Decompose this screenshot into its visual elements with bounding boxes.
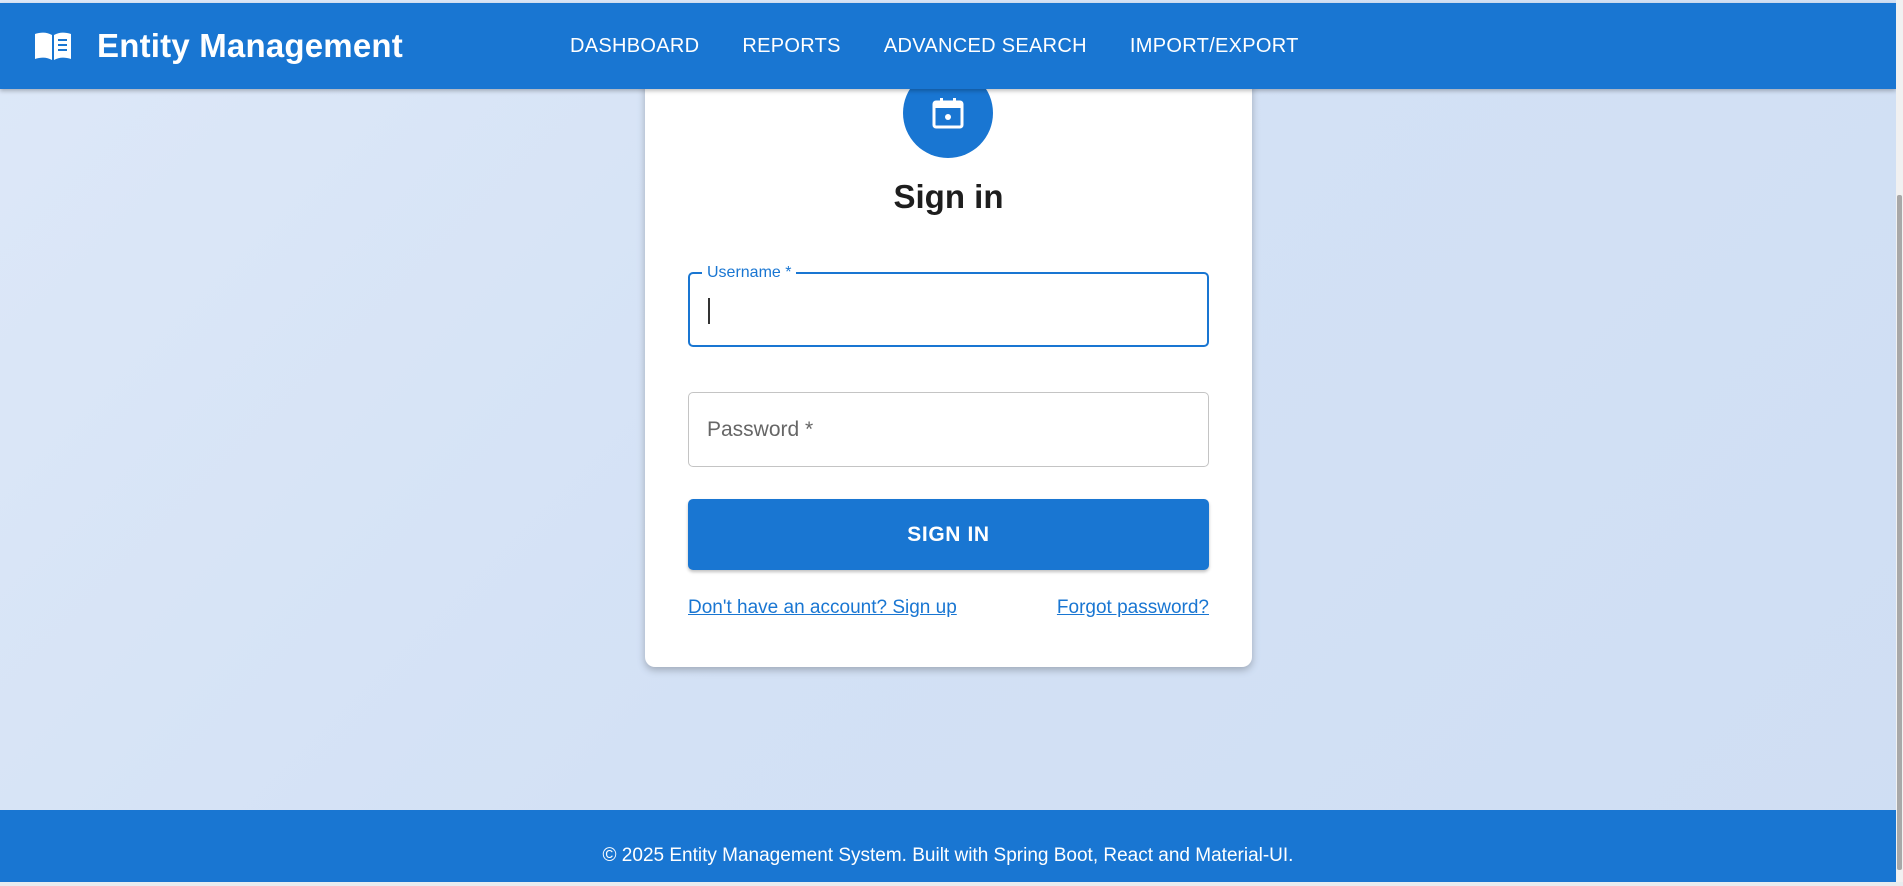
footer-text: © 2025 Entity Management System. Built w…: [602, 845, 1294, 866]
forgot-password-link[interactable]: Forgot password?: [1057, 597, 1209, 619]
username-field[interactable]: Username *: [688, 264, 1209, 347]
scrollbar-thumb[interactable]: [1897, 195, 1902, 870]
password-field[interactable]: Password *: [688, 392, 1209, 467]
page: Entity Management DASHBOARD REPORTS ADVA…: [0, 0, 1896, 882]
nav-import-export[interactable]: IMPORT/EXPORT: [1130, 35, 1299, 58]
username-label: Username *: [702, 264, 797, 282]
app-bar: Entity Management DASHBOARD REPORTS ADVA…: [0, 3, 1896, 89]
brand[interactable]: Entity Management: [33, 27, 570, 65]
sign-in-title: Sign in: [893, 178, 1004, 215]
nav-reports[interactable]: REPORTS: [742, 35, 840, 58]
app-title: Entity Management: [97, 27, 403, 64]
login-card: Sign in Username * Password * SIGN IN Do…: [645, 40, 1252, 667]
nav-dashboard[interactable]: DASHBOARD: [570, 35, 699, 58]
sign-in-button[interactable]: SIGN IN: [688, 499, 1209, 570]
nav-advanced-search[interactable]: ADVANCED SEARCH: [884, 35, 1087, 58]
sign-up-link[interactable]: Don't have an account? Sign up: [688, 597, 957, 619]
scrollbar[interactable]: [1896, 0, 1903, 886]
password-label: Password *: [707, 418, 814, 441]
footer: © 2025 Entity Management System. Built w…: [0, 810, 1896, 882]
main-nav: DASHBOARD REPORTS ADVANCED SEARCH IMPORT…: [570, 35, 1342, 58]
text-cursor: [708, 298, 710, 324]
book-icon: [35, 32, 71, 60]
calendar-icon: [932, 98, 964, 129]
window-bottom-edge: [0, 882, 1903, 886]
